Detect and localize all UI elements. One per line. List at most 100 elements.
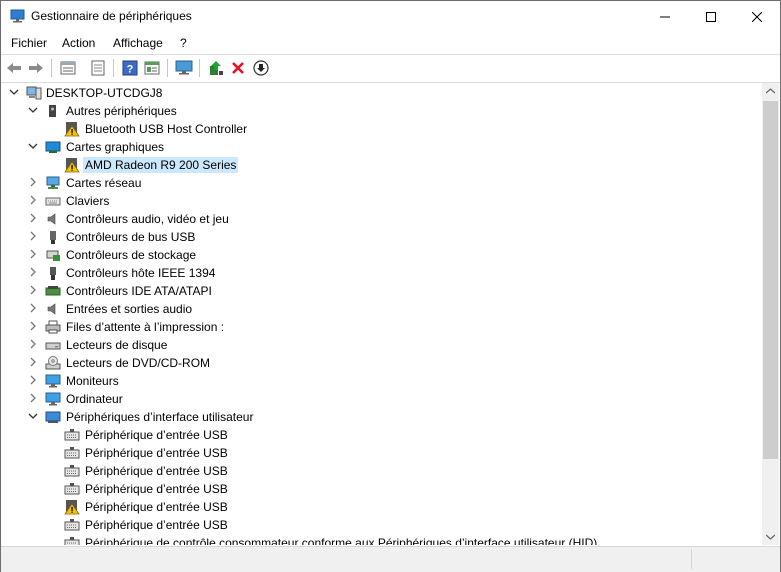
show-hidden-button[interactable]	[89, 59, 107, 77]
title-bar[interactable]: Gestionnaire de périphériques	[1, 1, 780, 32]
hid-device-icon	[64, 537, 80, 545]
tree-category-item[interactable]: Lecteurs de DVD/CD-ROM	[2, 354, 762, 372]
forward-button[interactable]	[27, 59, 45, 77]
vertical-scrollbar[interactable]	[762, 83, 779, 545]
ide-icon	[45, 286, 61, 296]
tree-device-item[interactable]: Périphérique d’entrée USB	[2, 498, 762, 516]
network-icon	[46, 176, 60, 189]
hid-device-icon	[64, 483, 80, 495]
hid-device-icon	[64, 429, 80, 441]
device-tree[interactable]: DESKTOP-UTCDGJ8 Autres périphériques Blue…	[2, 83, 762, 545]
tree-category-item[interactable]: Cartes graphiques	[2, 138, 762, 156]
tree-item-label: AMD Radeon R9 200 Series	[83, 157, 239, 173]
tree-device-item[interactable]: Périphérique d’entrée USB	[2, 444, 762, 462]
back-button[interactable]	[5, 59, 23, 77]
window-title: Gestionnaire de périphériques	[31, 9, 192, 23]
chevron-right-icon[interactable]	[27, 176, 39, 188]
chevron-right-icon[interactable]	[27, 230, 39, 242]
tree-device-item[interactable]: Bluetooth USB Host Controller	[2, 120, 762, 138]
svg-text:?: ?	[127, 64, 134, 76]
tree-category-item[interactable]: Autres périphériques	[2, 102, 762, 120]
menu-bar: Fichier Action Affichage ?	[1, 32, 780, 54]
toolbar-separator	[113, 59, 114, 77]
chevron-down-icon[interactable]	[27, 104, 39, 116]
tree-category-item[interactable]: Lecteurs de disque	[2, 336, 762, 354]
scroll-down-icon[interactable]	[766, 534, 775, 540]
chevron-right-icon[interactable]	[27, 392, 39, 404]
tree-item-label: Lecteurs de disque	[66, 338, 168, 352]
show-hidden-icon	[91, 60, 105, 76]
chevron-right-icon[interactable]	[27, 266, 39, 278]
display-adapter-icon	[45, 141, 61, 153]
menu-action[interactable]: Action	[62, 36, 95, 50]
printer-icon	[45, 320, 61, 334]
tree-device-item[interactable]: Périphérique d’entrée USB	[2, 426, 762, 444]
chevron-right-icon[interactable]	[27, 212, 39, 224]
chevron-right-icon[interactable]	[27, 302, 39, 314]
tree-category-item[interactable]: Ordinateur	[2, 390, 762, 408]
tree-category-item[interactable]: Contrôleurs audio, vidéo et jeu	[2, 210, 762, 228]
menu-fichier[interactable]: Fichier	[11, 36, 47, 50]
tree-category-item[interactable]: Moniteurs	[2, 372, 762, 390]
chevron-right-icon[interactable]	[27, 356, 39, 368]
minimize-icon	[660, 16, 670, 17]
close-icon	[752, 11, 762, 22]
tree-device-item[interactable]: AMD Radeon R9 200 Series	[2, 156, 762, 174]
tree-device-item[interactable]: Périphérique d’entrée USB	[2, 480, 762, 498]
tree-category-item[interactable]: Contrôleurs de stockage	[2, 246, 762, 264]
hid-device-icon	[64, 447, 80, 459]
chevron-right-icon[interactable]	[27, 338, 39, 350]
keyboard-icon	[45, 197, 61, 206]
tree-category-item[interactable]: Contrôleurs de bus USB	[2, 228, 762, 246]
tree-category-item[interactable]: Contrôleurs hôte IEEE 1394	[2, 264, 762, 282]
tree-category-item[interactable]: Périphériques d’interface utilisateur	[2, 408, 762, 426]
scrollbar-thumb[interactable]	[763, 101, 778, 459]
chevron-right-icon[interactable]	[27, 194, 39, 206]
chevron-right-icon[interactable]	[27, 284, 39, 296]
chevron-right-icon[interactable]	[27, 374, 39, 386]
tree-category-item[interactable]: Claviers	[2, 192, 762, 210]
tree-item-label: Cartes réseau	[66, 176, 142, 190]
toolbar-separator	[199, 59, 200, 77]
hid-device-icon	[64, 519, 80, 531]
tree-item-label: Contrôleurs IDE ATA/ATAPI	[66, 284, 212, 298]
update-driver-button[interactable]	[207, 59, 225, 77]
menu-affichage[interactable]: Affichage	[113, 36, 163, 50]
tree-device-item[interactable]: Périphérique d’entrée USB	[2, 462, 762, 480]
tree-category-item[interactable]: Files d’attente à l’impression :	[2, 318, 762, 336]
tree-device-item[interactable]: Périphérique d’entrée USB	[2, 516, 762, 534]
tree-category-item[interactable]: Contrôleurs IDE ATA/ATAPI	[2, 282, 762, 300]
tree-item-label: Lecteurs de DVD/CD-ROM	[66, 356, 211, 370]
scan-hardware-button[interactable]	[175, 59, 193, 77]
status-pane	[691, 549, 781, 569]
tree-item-label: Moniteurs	[66, 374, 119, 388]
maximize-button[interactable]	[688, 1, 734, 32]
close-button[interactable]	[734, 1, 780, 32]
chevron-right-icon[interactable]	[27, 320, 39, 332]
scroll-up-icon[interactable]	[766, 88, 775, 94]
chevron-down-icon[interactable]	[8, 86, 20, 98]
tree-root[interactable]: DESKTOP-UTCDGJ8	[2, 84, 762, 102]
minimize-button[interactable]	[642, 1, 688, 32]
details-icon	[144, 61, 160, 75]
properties-view-button[interactable]	[59, 59, 77, 77]
uninstall-button[interactable]	[229, 59, 247, 77]
usb-icon	[50, 231, 56, 244]
disable-button[interactable]	[252, 59, 270, 77]
chevron-down-icon[interactable]	[27, 140, 39, 152]
tree-item-label: Files d’attente à l’impression :	[66, 320, 225, 334]
chevron-down-icon[interactable]	[27, 410, 39, 422]
tree-item-label: Contrôleurs audio, vidéo et jeu	[66, 212, 229, 226]
help-button[interactable]: ?	[121, 59, 139, 77]
warning-device-icon	[64, 122, 80, 137]
tree-category-item[interactable]: Cartes réseau	[2, 174, 762, 192]
tree-item-label: Entrées et sorties audio	[66, 302, 193, 316]
maximize-icon	[706, 11, 716, 22]
tree-category-item[interactable]: Entrées et sorties audio	[2, 300, 762, 318]
details-button[interactable]	[143, 59, 161, 77]
menu-help[interactable]: ?	[180, 36, 187, 50]
chevron-right-icon[interactable]	[27, 248, 39, 260]
tree-device-item[interactable]: Périphérique de contrôle consommateur co…	[2, 534, 762, 545]
toolbar-separator	[51, 59, 52, 77]
help-icon: ?	[122, 60, 138, 76]
